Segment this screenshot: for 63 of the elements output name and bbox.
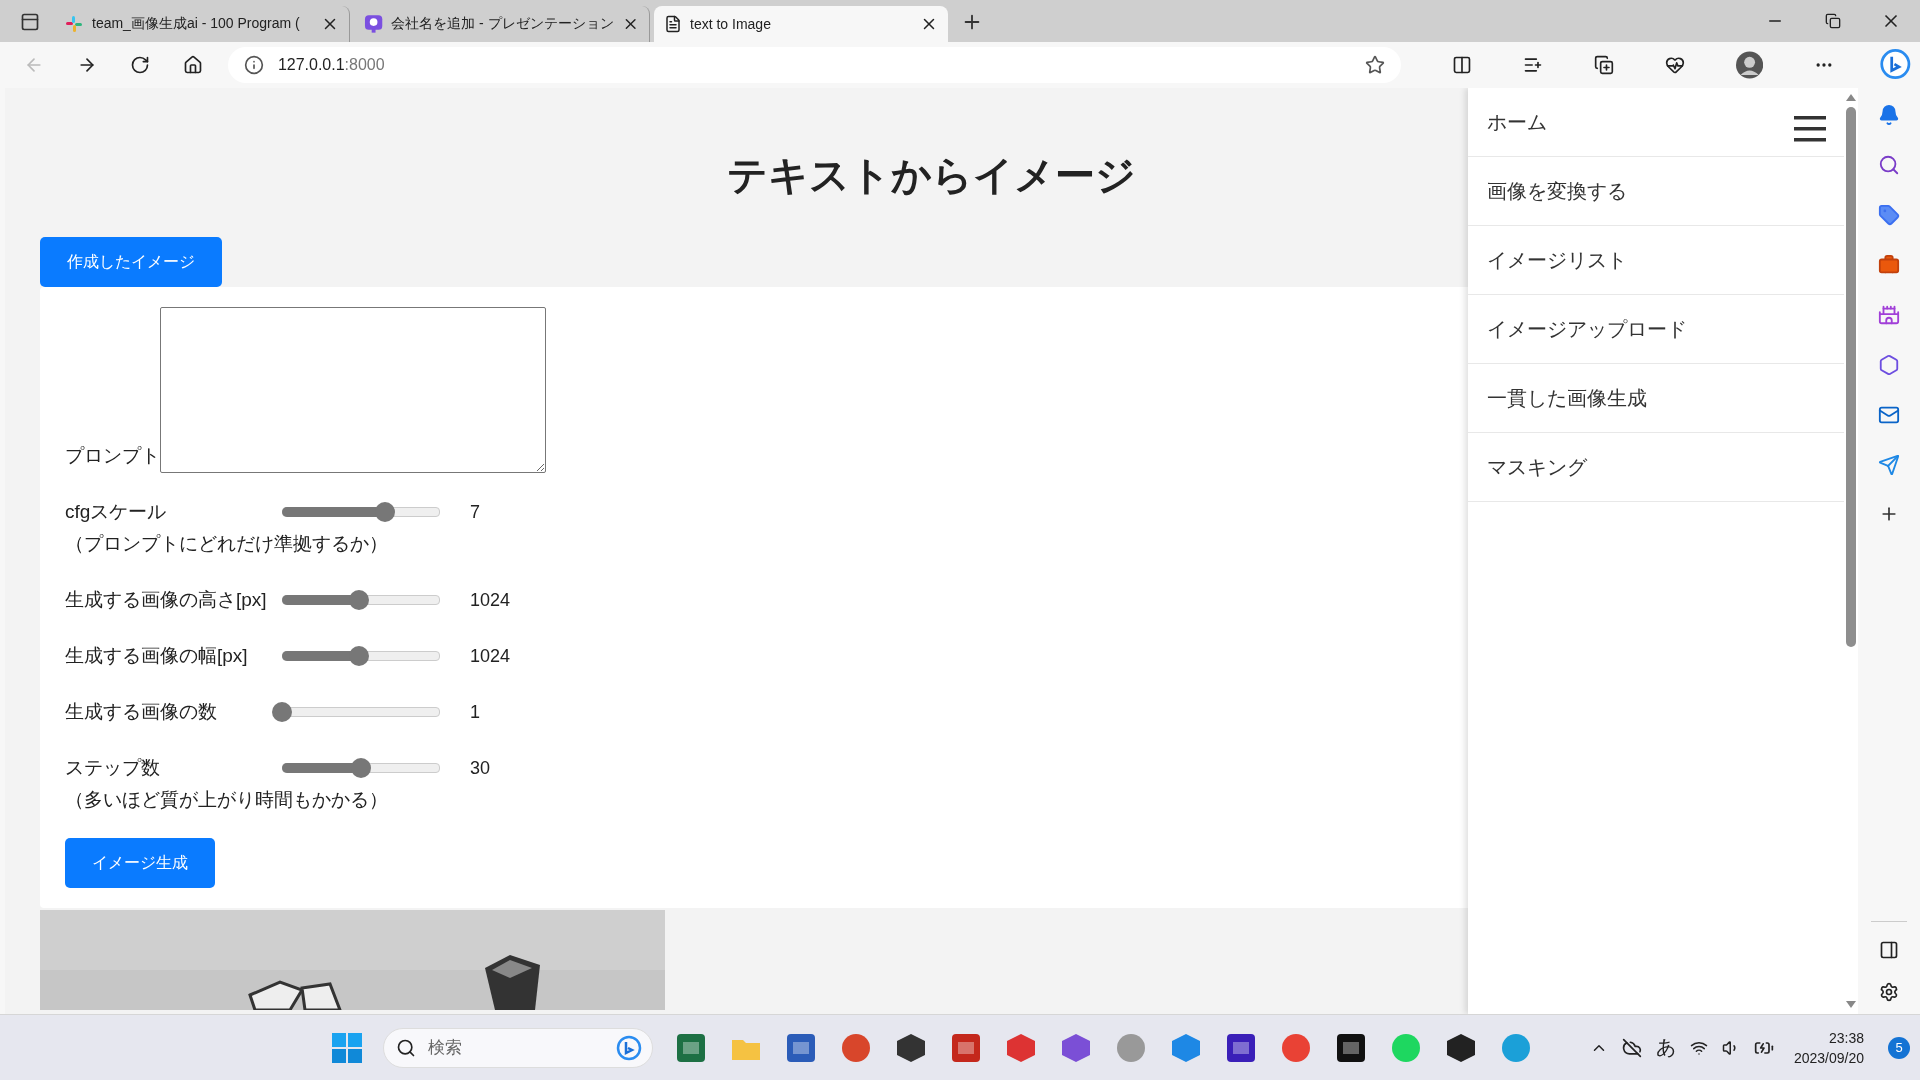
slider-value: 1 — [470, 701, 480, 723]
side-panel-icon[interactable] — [1879, 940, 1899, 960]
address-field[interactable]: 127.0.0.1:8000 — [227, 47, 1402, 83]
search-icon — [396, 1037, 416, 1058]
slider-thumb[interactable] — [351, 758, 371, 778]
page-title: テキストからイメージ — [727, 152, 1136, 199]
nav-item[interactable]: イメージアップロード — [1468, 295, 1844, 364]
slider-label: ステップ数 — [65, 756, 161, 780]
slider-value: 7 — [470, 501, 480, 523]
slider-label: cfgスケール — [65, 500, 168, 524]
slider-thumb[interactable] — [272, 702, 292, 722]
start-icon[interactable] — [332, 1032, 362, 1063]
slider-label: 生成する画像の幅[px] — [65, 644, 249, 668]
created-images-button[interactable]: 作成したイメージ — [40, 237, 222, 287]
mail-icon[interactable] — [1878, 404, 1900, 426]
presentation-icon — [364, 14, 384, 34]
taskbar-search-field[interactable]: 検索 — [383, 1027, 653, 1068]
nav-item[interactable]: イメージリスト — [1468, 226, 1844, 295]
cloud-error-icon[interactable] — [1621, 1037, 1642, 1058]
clock-time: 23:38 — [1828, 1028, 1864, 1048]
slider-label: 生成する画像の数 — [65, 700, 218, 724]
ime-indicator[interactable]: あ — [1655, 1034, 1676, 1061]
avatar-icon[interactable] — [1736, 50, 1764, 80]
info-icon[interactable] — [243, 55, 264, 75]
prompt-label: プロンプト — [65, 444, 160, 468]
document-icon — [664, 15, 682, 33]
nav-item[interactable]: 一貫した画像生成 — [1468, 364, 1844, 433]
nav-item[interactable]: 画像を変換する — [1468, 157, 1844, 226]
slider-note: （プロンプトにどれだけ準拠するか） — [65, 532, 389, 556]
slider-value: 1024 — [470, 589, 511, 611]
menu-icon[interactable] — [1794, 116, 1826, 142]
browser-tab[interactable]: text to Image — [654, 6, 948, 42]
nav-item-label[interactable]: ホーム — [1487, 108, 1547, 136]
settings-icon[interactable] — [1879, 982, 1899, 1002]
prompt-field[interactable] — [160, 307, 546, 473]
tag-icon[interactable] — [1878, 204, 1900, 226]
notification-badge[interactable]: 5 — [1888, 1036, 1910, 1059]
reload-icon[interactable] — [129, 54, 150, 76]
scroll-up-icon[interactable] — [1846, 94, 1856, 101]
toolbox-icon[interactable] — [1878, 254, 1900, 276]
home-icon[interactable] — [182, 54, 203, 76]
slider-note: （多いほど質が上がり時間もかかる） — [65, 788, 389, 812]
clock-date: 2023/09/20 — [1793, 1048, 1864, 1068]
slider-label: 生成する画像の高さ[px] — [65, 588, 268, 612]
bell-icon[interactable] — [1878, 104, 1900, 126]
slider-value: 1024 — [470, 645, 511, 667]
hexagon-icon[interactable] — [1878, 354, 1900, 376]
heart-pulse-icon[interactable] — [1665, 54, 1686, 76]
collections-icon[interactable] — [1594, 54, 1615, 76]
slider-value: 30 — [470, 757, 491, 779]
split-screen-icon[interactable] — [1452, 54, 1473, 76]
scroll-down-icon[interactable] — [1846, 1001, 1856, 1008]
generate-button[interactable]: イメージ生成 — [65, 838, 215, 888]
search-icon[interactable] — [1878, 154, 1900, 176]
paper-plane-icon[interactable] — [1878, 454, 1900, 476]
slider-thumb[interactable] — [374, 502, 395, 522]
nav-item[interactable]: マスキング — [1468, 433, 1844, 502]
nav-item[interactable]: ホーム — [1468, 88, 1844, 157]
favorite-icon[interactable] — [1365, 55, 1386, 75]
slider-thumb[interactable] — [349, 646, 370, 666]
scrollbar-thumb[interactable] — [1846, 107, 1856, 647]
pinwheel-icon — [64, 14, 84, 34]
slider-thumb[interactable] — [349, 590, 370, 610]
